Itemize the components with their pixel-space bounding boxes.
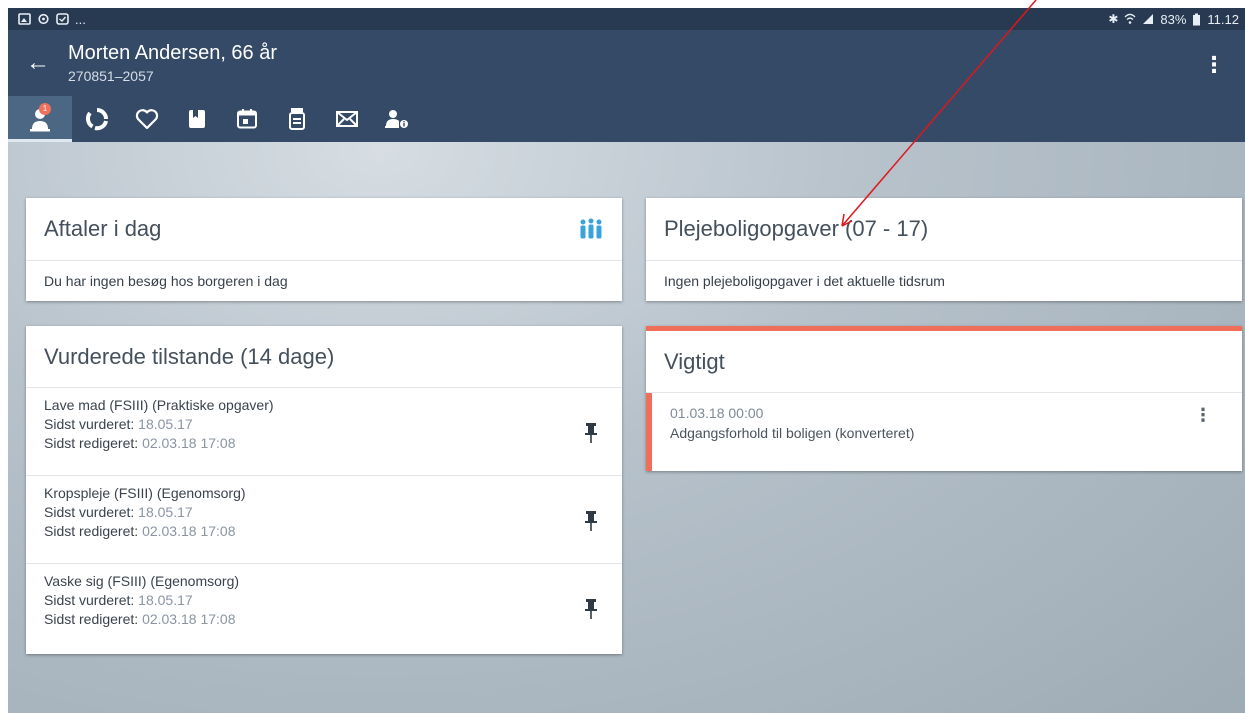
- edited-date: 02.03.18 17:08: [142, 523, 236, 539]
- medicine-icon: [289, 108, 305, 130]
- appointments-title: Aftaler i dag: [44, 216, 162, 241]
- tab-journal[interactable]: [172, 96, 222, 142]
- tab-citizen[interactable]: 1: [8, 96, 72, 142]
- edited-label: Sidst redigeret:: [44, 611, 139, 627]
- pin-icon[interactable]: [584, 422, 598, 444]
- tab-cycle[interactable]: [72, 96, 122, 142]
- assessed-conditions-card: Vurderede tilstande (14 dage) Lave mad (…: [26, 326, 622, 654]
- gallery-notification-icon: [18, 13, 31, 25]
- edited-date: 02.03.18 17:08: [142, 611, 236, 627]
- appointments-card: Aftaler i dag Du har ingen besøg hos bor…: [26, 198, 622, 301]
- status-right: ✱ 83% 11.12: [1108, 12, 1239, 27]
- important-item-date: 01.03.18 00:00: [670, 405, 764, 421]
- assessed-conditions-header: Vurderede tilstande (14 dage): [26, 326, 622, 388]
- people-icon[interactable]: [578, 218, 604, 240]
- tab-medicine[interactable]: [272, 96, 322, 142]
- heart-icon: [135, 109, 159, 130]
- message-notification-icon: [56, 13, 69, 25]
- item-menu-icon[interactable]: ⋮: [1194, 405, 1212, 426]
- mail-icon: [336, 111, 358, 127]
- important-header: Vigtigt: [646, 331, 1242, 393]
- bluetooth-icon: ✱: [1108, 12, 1119, 26]
- battery-percent: 83%: [1160, 11, 1187, 27]
- notification-badge: 1: [39, 103, 51, 115]
- tab-health[interactable]: [122, 96, 172, 142]
- appointments-header: Aftaler i dag: [26, 198, 622, 261]
- important-title: Vigtigt: [664, 348, 725, 374]
- assessed-label: Sidst vurderet:: [44, 592, 135, 608]
- tab-calendar[interactable]: [222, 96, 272, 142]
- condition-name: Lave mad (FSIII) (Praktiske opgaver): [44, 397, 274, 413]
- important-item[interactable]: 01.03.18 00:00 Adgangsforhold til bolige…: [646, 393, 1242, 471]
- sync-notification-icon: [38, 13, 49, 25]
- citizen-name: Morten Andersen, 66 år: [68, 42, 278, 64]
- condition-row[interactable]: Kropspleje (FSIII) (Egenomsorg) Sidst vu…: [26, 476, 622, 564]
- cycle-icon: [85, 108, 108, 131]
- tab-messages[interactable]: [322, 96, 372, 142]
- battery-icon: [1193, 13, 1201, 25]
- status-bar: ... ✱ 83% 11.12: [8, 8, 1245, 30]
- more-notifications: ...: [75, 11, 86, 27]
- important-card: Vigtigt 01.03.18 00:00 Adgangsforhold ti…: [646, 326, 1242, 471]
- bookmark-icon: [189, 110, 205, 128]
- assessed-date: 18.05.17: [138, 416, 193, 432]
- pin-icon[interactable]: [584, 510, 598, 532]
- assessed-label: Sidst vurderet:: [44, 416, 135, 432]
- assessed-date: 18.05.17: [138, 592, 193, 608]
- edited-label: Sidst redigeret:: [44, 523, 139, 539]
- cpr-number: 270851–2057: [68, 68, 154, 84]
- header-titles: Morten Andersen, 66 år 270851–2057: [68, 42, 277, 84]
- nursing-home-tasks-card: Plejeboligopgaver (07 - 17) Ingen plejeb…: [646, 198, 1242, 301]
- assessed-label: Sidst vurderet:: [44, 504, 135, 520]
- nursing-home-tasks-empty-text: Ingen plejeboligopgaver i det aktuelle t…: [664, 272, 945, 289]
- app-bar: ← Morten Andersen, 66 år 270851–2057 ⋮: [8, 30, 1245, 96]
- status-left: ...: [18, 12, 86, 27]
- edited-date: 02.03.18 17:08: [142, 435, 236, 451]
- signal-icon: [1143, 14, 1154, 24]
- nursing-home-tasks-header: Plejeboligopgaver (07 - 17): [646, 198, 1242, 261]
- condition-row[interactable]: Vaske sig (FSIII) (Egenomsorg) Sidst vur…: [26, 564, 622, 652]
- edited-label: Sidst redigeret:: [44, 435, 139, 451]
- pin-icon[interactable]: [584, 598, 598, 620]
- nursing-home-tasks-title: Plejeboligopgaver (07 - 17): [664, 216, 929, 241]
- tab-bar: 1: [8, 96, 1245, 142]
- person-info-icon: [385, 110, 408, 128]
- appointments-empty-text: Du har ingen besøg hos borgeren i dag: [44, 272, 288, 289]
- back-arrow-icon[interactable]: ←: [8, 49, 68, 77]
- condition-name: Kropspleje (FSIII) (Egenomsorg): [44, 485, 246, 501]
- clock: 11.12: [1207, 11, 1239, 27]
- condition-row[interactable]: Lave mad (FSIII) (Praktiske opgaver) Sid…: [26, 388, 622, 476]
- tablet-screen: ... ✱ 83% 11.12 ← Morten Andersen, 66 år…: [8, 8, 1245, 713]
- important-item-text: Adgangsforhold til boligen (konverteret): [670, 425, 915, 441]
- condition-name: Vaske sig (FSIII) (Egenomsorg): [44, 573, 240, 589]
- wifi-icon: [1124, 13, 1136, 24]
- assessed-conditions-title: Vurderede tilstande (14 dage): [44, 343, 335, 369]
- tab-citizen-info[interactable]: [372, 96, 422, 142]
- calendar-icon: [237, 109, 257, 129]
- overflow-menu-icon[interactable]: ⋮: [1203, 52, 1225, 78]
- assessed-date: 18.05.17: [138, 504, 193, 520]
